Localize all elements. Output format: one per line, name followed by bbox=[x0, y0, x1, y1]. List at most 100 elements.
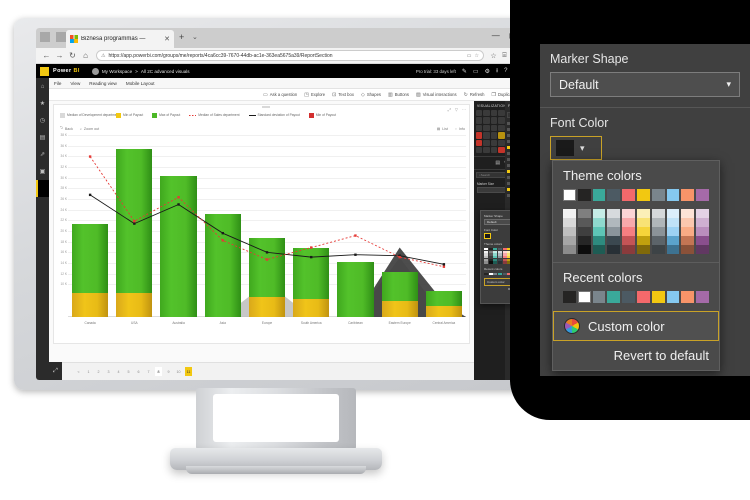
visual-type-icon[interactable] bbox=[483, 124, 490, 132]
sidebar-item-apps[interactable]: ▤ bbox=[36, 129, 49, 146]
chart-list-button[interactable]: ▤ List bbox=[437, 127, 448, 131]
theme-shade-swatch[interactable] bbox=[637, 209, 650, 218]
theme-color-swatch[interactable] bbox=[622, 189, 635, 201]
theme-color-swatch[interactable] bbox=[592, 189, 606, 201]
theme-color-swatch[interactable] bbox=[666, 189, 680, 201]
theme-shade-swatch[interactable] bbox=[607, 236, 621, 245]
recent-color-swatch[interactable] bbox=[577, 291, 591, 303]
visual-type-icon[interactable] bbox=[476, 124, 483, 132]
theme-shade-swatch[interactable] bbox=[622, 218, 635, 227]
font-color-button[interactable]: ▾ bbox=[550, 136, 602, 160]
toolbar-buttons[interactable]: ▥ Buttons bbox=[388, 92, 409, 98]
theme-shade-swatch[interactable] bbox=[607, 209, 621, 218]
visual-type-icon[interactable] bbox=[476, 139, 483, 146]
theme-shade-swatch[interactable] bbox=[696, 227, 709, 236]
theme-shade-swatch[interactable] bbox=[592, 218, 606, 227]
theme-shade-swatch[interactable] bbox=[637, 218, 650, 227]
waffle-grid-icon[interactable] bbox=[40, 66, 49, 76]
visual-type-icon[interactable] bbox=[476, 117, 483, 124]
browser-tab[interactable]: Biznesa programmas — ✕ bbox=[66, 30, 174, 48]
toolbar-text-box[interactable]: ⊡ Text box bbox=[332, 92, 354, 98]
theme-shade-swatch[interactable] bbox=[666, 245, 680, 254]
legend-item[interactable]: Median of Sales department bbox=[189, 113, 240, 118]
theme-shade-swatch[interactable] bbox=[577, 236, 591, 245]
minimize-button[interactable]: — bbox=[492, 31, 500, 41]
page-tab[interactable]: 5 bbox=[125, 367, 132, 376]
favorites-bar-icon[interactable]: ☆ bbox=[488, 52, 499, 60]
theme-shade-swatch[interactable] bbox=[563, 218, 576, 227]
visual-type-icon[interactable] bbox=[490, 124, 498, 132]
theme-shade-swatch[interactable] bbox=[637, 236, 650, 245]
visual-drag-handle[interactable] bbox=[261, 106, 270, 108]
tab-fields[interactable]: ▤ bbox=[495, 160, 500, 166]
sidebar-item-favorites[interactable]: ★ bbox=[36, 95, 49, 112]
legend-item[interactable]: Max of Payout bbox=[152, 113, 180, 118]
theme-shade-swatch[interactable] bbox=[607, 218, 621, 227]
toolbar-shapes[interactable]: ◇ Shapes bbox=[361, 92, 381, 98]
page-tab[interactable]: 8 bbox=[155, 367, 162, 376]
visual-type-icon[interactable] bbox=[483, 146, 490, 154]
mini-font-color-swatch[interactable] bbox=[484, 233, 491, 239]
theme-shade-swatch[interactable] bbox=[622, 236, 635, 245]
theme-shade-swatch[interactable] bbox=[563, 245, 576, 254]
theme-shade-swatch[interactable] bbox=[622, 227, 635, 236]
menu-reading-view[interactable]: Reading view bbox=[89, 81, 117, 86]
theme-shade-swatch[interactable] bbox=[666, 209, 680, 218]
theme-color-swatch[interactable] bbox=[651, 189, 665, 201]
theme-shade-swatch[interactable] bbox=[637, 245, 650, 254]
new-tab-button[interactable]: + bbox=[179, 32, 184, 42]
theme-shade-swatch[interactable] bbox=[563, 209, 576, 218]
theme-shade-swatch[interactable] bbox=[681, 209, 695, 218]
theme-color-swatch[interactable] bbox=[577, 189, 591, 201]
recent-color-swatch[interactable] bbox=[666, 291, 680, 303]
help-icon[interactable]: ? bbox=[504, 68, 507, 74]
theme-color-swatch[interactable] bbox=[681, 189, 695, 201]
page-tab[interactable]: 9 bbox=[165, 367, 172, 376]
theme-color-swatch[interactable] bbox=[637, 189, 650, 201]
theme-shade-swatch[interactable] bbox=[666, 218, 680, 227]
page-tab[interactable]: 11 bbox=[185, 367, 192, 376]
toolbar-ask-a-question[interactable]: ▭ Ask a question bbox=[263, 92, 297, 98]
theme-shade-swatch[interactable] bbox=[577, 245, 591, 254]
visual-type-icon[interactable] bbox=[476, 146, 483, 154]
recent-color-swatch[interactable] bbox=[484, 272, 489, 275]
menu-view[interactable]: View bbox=[70, 81, 80, 86]
filter-icon[interactable]: ▽ bbox=[455, 107, 458, 112]
tab-preview-icon[interactable] bbox=[40, 32, 50, 42]
theme-color-swatch[interactable] bbox=[696, 189, 709, 201]
visual-type-icon[interactable] bbox=[490, 139, 498, 146]
theme-shade-swatch[interactable] bbox=[666, 236, 680, 245]
theme-shade-swatch[interactable] bbox=[681, 227, 695, 236]
recent-color-swatch[interactable] bbox=[563, 291, 576, 303]
chart-zoom-out-button[interactable]: ⌕ Zoom out bbox=[80, 127, 99, 131]
custom-color-button[interactable]: Custom color bbox=[553, 311, 719, 341]
color-shade-swatch[interactable] bbox=[497, 261, 503, 264]
theme-shade-swatch[interactable] bbox=[696, 245, 709, 254]
toolbar-refresh[interactable]: ↻ Refresh bbox=[464, 92, 485, 98]
page-tab[interactable]: 6 bbox=[135, 367, 142, 376]
toolbar-explore[interactable]: ◳ Explore bbox=[304, 92, 325, 98]
breadcrumb-report[interactable]: All 2C advanced visuals bbox=[141, 69, 190, 74]
recent-color-swatch[interactable] bbox=[493, 272, 498, 275]
back-icon[interactable]: ← bbox=[40, 51, 53, 60]
theme-shade-swatch[interactable] bbox=[577, 209, 591, 218]
menu-mobile-layout[interactable]: Mobile Layout bbox=[126, 81, 155, 86]
recent-color-swatch[interactable] bbox=[651, 291, 665, 303]
combo-chart-visual[interactable]: ⤢ ▽ ⋯ Median of Development department Mi… bbox=[53, 104, 470, 344]
legend-item[interactable]: Min of Payout bbox=[308, 113, 336, 118]
pencil-icon[interactable]: ✎ bbox=[462, 68, 467, 75]
theme-shade-swatch[interactable] bbox=[607, 227, 621, 236]
visual-type-icon[interactable] bbox=[498, 124, 505, 132]
visual-type-icon[interactable] bbox=[483, 132, 490, 139]
theme-shade-swatch[interactable] bbox=[637, 227, 650, 236]
theme-shade-swatch[interactable] bbox=[622, 245, 635, 254]
visual-type-icon[interactable] bbox=[483, 139, 490, 146]
revert-to-default-button[interactable]: Revert to default bbox=[553, 341, 719, 370]
recent-color-swatch[interactable] bbox=[502, 272, 507, 275]
toolbar-visual-interactions[interactable]: ▧ Visual interactions bbox=[416, 92, 457, 98]
theme-shade-swatch[interactable] bbox=[577, 227, 591, 236]
theme-shade-swatch[interactable] bbox=[696, 209, 709, 218]
theme-shade-swatch[interactable] bbox=[592, 236, 606, 245]
breadcrumb-workspace[interactable]: My Workspace bbox=[102, 69, 132, 74]
recent-color-swatch[interactable] bbox=[681, 291, 695, 303]
